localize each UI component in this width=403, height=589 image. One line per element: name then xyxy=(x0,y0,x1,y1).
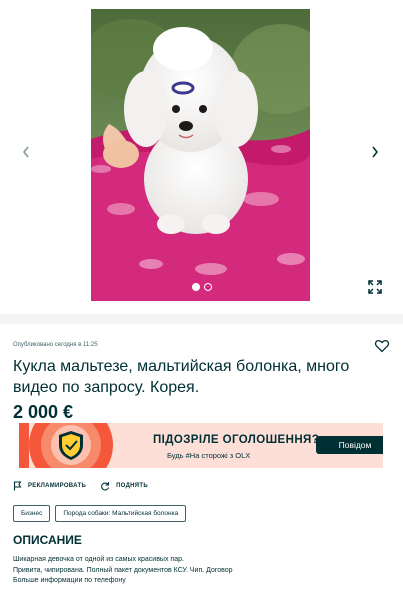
chevron-right-icon xyxy=(372,146,378,158)
listing-actions: РЕКЛАМИРОВАТЬ ПОДНЯТЬ xyxy=(13,481,148,491)
flag-icon xyxy=(13,481,22,491)
promote-label: РЕКЛАМИРОВАТЬ xyxy=(28,483,87,489)
heart-icon xyxy=(374,339,390,353)
refresh-label: ПОДНЯТЬ xyxy=(116,483,148,489)
description-line: Привита, чипирована. Полный пакет докуме… xyxy=(13,566,233,574)
refresh-icon xyxy=(101,482,110,491)
listing-title: Кукла мальтезе, мальтийская болонка, мно… xyxy=(13,358,350,396)
banner-subtitle: Будь #На сторожі з OLX xyxy=(167,451,251,460)
fullscreen-button[interactable] xyxy=(366,278,384,296)
description-heading: ОПИСАНИЕ xyxy=(13,533,82,547)
puppy-photo-illustration xyxy=(91,9,310,301)
refresh-button[interactable]: ПОДНЯТЬ xyxy=(100,481,148,491)
pagination-dot[interactable] xyxy=(203,283,212,291)
photo-gallery xyxy=(0,0,403,314)
published-date: Опубликовано сегодня в 11:25 xyxy=(13,342,98,348)
listing-tags: Бизнес Порода собаки: Мальтийская болонк… xyxy=(13,505,187,522)
previous-photo-button[interactable] xyxy=(14,140,38,164)
expand-icon xyxy=(368,280,382,294)
pagination-dot[interactable] xyxy=(191,283,200,291)
listing-photo[interactable] xyxy=(91,9,310,301)
description-line: Шикарная девочка от одной из самых краси… xyxy=(13,556,184,563)
banner-title: ПІДОЗРІЛЕ ОГОЛОШЕННЯ? xyxy=(153,434,320,446)
chevron-left-icon xyxy=(23,146,29,158)
tag-business[interactable]: Бизнес xyxy=(13,505,51,522)
next-photo-button[interactable] xyxy=(363,140,387,164)
listing-price: 2 000 € xyxy=(13,402,74,422)
suspicious-ad-banner: ПІДОЗРІЛЕ ОГОЛОШЕННЯ? Будь #На сторожі з… xyxy=(19,423,383,468)
photo-pagination xyxy=(0,283,403,291)
description-line: Больше информации по телефону xyxy=(13,577,126,584)
report-button[interactable]: Повідом xyxy=(316,436,383,454)
listing-card: Опубликовано сегодня в 11:25 Кукла мальт… xyxy=(0,324,403,589)
tag-dog-breed[interactable]: Порода собаки: Мальтийская болонка xyxy=(55,505,187,522)
shield-check-icon xyxy=(59,431,83,460)
favorite-button[interactable] xyxy=(374,338,390,354)
promote-button[interactable]: РЕКЛАМИРОВАТЬ xyxy=(13,481,86,491)
description-text: Шикарная девочка от одной из самых краси… xyxy=(13,555,383,587)
